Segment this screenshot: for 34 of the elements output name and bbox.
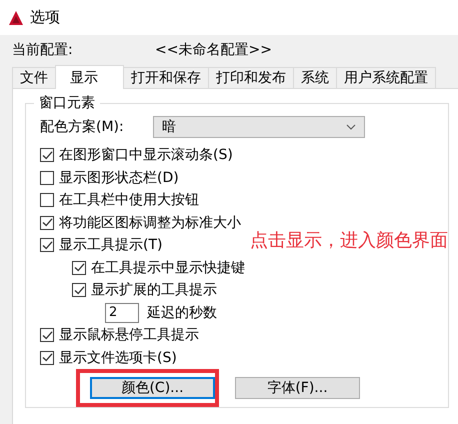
tab[interactable]: 用户系统配置 [336,67,436,88]
tab[interactable]: 文件 [12,67,56,88]
checkbox[interactable] [72,260,86,275]
annotation-text: 点击显示，进入颜色界面 [250,229,448,252]
window-title: 选项 [30,8,60,27]
checkbox-label[interactable]: 在图形窗口中显示滚动条(S) [59,146,233,164]
group-title: 窗口元素 [34,94,100,112]
checkbox-label[interactable]: 在工具栏中使用大按钮 [59,191,199,210]
field-label: 配色方案(M): [40,118,125,136]
chevron-down-icon [346,124,356,130]
checkbox[interactable] [40,238,54,252]
checkbox-label[interactable]: 显示鼠标悬停工具提示 [59,326,199,344]
checkbox-label[interactable]: 将功能区图标调整为标准大小 [59,214,241,232]
profile-label: 当前配置: [12,41,74,59]
checkbox[interactable] [40,193,54,208]
profile-name: <<未命名配置>> [155,41,272,59]
checkbox-label[interactable]: 显示图形状态栏(D) [59,168,179,187]
checkbox-label[interactable]: 在工具提示中显示快捷键 [91,258,245,277]
color-scheme-dropdown[interactable]: 暗 [153,116,365,138]
dialog-button[interactable]: 颜色(C)... [90,377,215,399]
dialog-button[interactable]: 字体(F)... [235,377,360,399]
checkbox[interactable] [40,216,54,230]
field-label: 延迟的秒数 [147,304,217,322]
checkbox-label[interactable]: 显示工具提示(T) [59,236,162,254]
checkbox-label[interactable]: 显示文件选项卡(S) [59,348,177,367]
app-logo-icon [8,10,24,26]
checkbox[interactable] [40,350,54,365]
checkbox[interactable] [40,328,54,342]
tab[interactable]: 显示 [55,65,124,89]
checkbox[interactable] [40,148,54,162]
delay-field[interactable]: 2 [105,302,139,323]
checkbox-label[interactable]: 显示扩展的工具提示 [91,281,217,300]
checkbox[interactable] [40,170,54,185]
checkbox[interactable] [72,283,86,298]
